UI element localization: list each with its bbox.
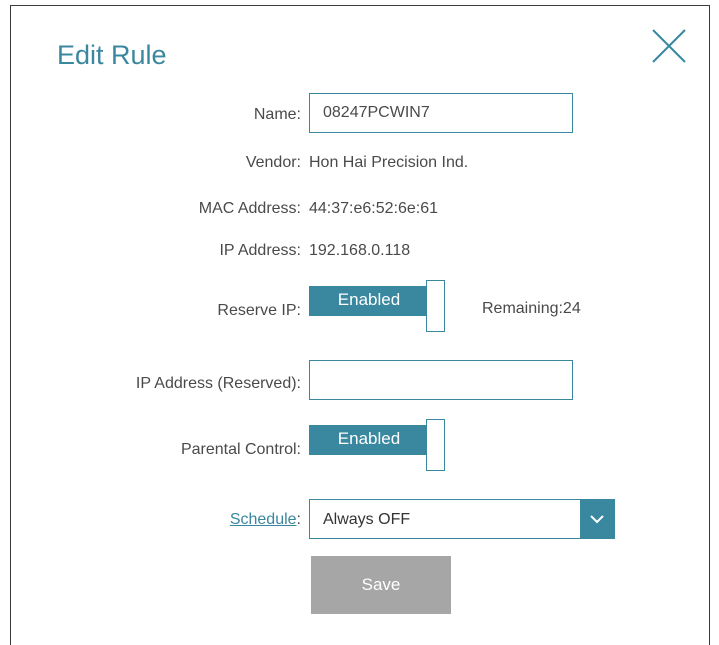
chevron-down-glyph bbox=[590, 515, 604, 524]
schedule-link-wrap: Schedule: bbox=[230, 511, 301, 529]
ip-address-label: IP Address: bbox=[219, 242, 301, 259]
parental-control-toggle-label: Enabled bbox=[337, 429, 401, 448]
chevron-down-icon[interactable] bbox=[580, 500, 614, 538]
mac-address-value: 44:37:e6:52:6e:61 bbox=[309, 200, 439, 217]
schedule-colon: : bbox=[296, 511, 301, 528]
mac-address-label: MAC Address: bbox=[198, 200, 301, 217]
reserve-ip-toggle-label: Enabled bbox=[337, 290, 401, 309]
schedule-select[interactable]: Always OFF bbox=[309, 499, 615, 539]
schedule-select-value: Always OFF bbox=[323, 511, 411, 528]
parental-control-toggle[interactable]: Enabled bbox=[309, 419, 447, 471]
close-icon[interactable] bbox=[651, 28, 687, 64]
ip-reserved-input[interactable] bbox=[309, 360, 573, 400]
parental-control-toggle-knob[interactable] bbox=[426, 419, 445, 471]
save-button[interactable]: Save bbox=[311, 556, 451, 614]
dialog-title: Edit Rule bbox=[57, 40, 167, 70]
ip-reserved-label: IP Address (Reserved): bbox=[135, 375, 301, 392]
reserve-ip-label: Reserve IP: bbox=[217, 302, 301, 319]
ip-address-value: 192.168.0.118 bbox=[309, 242, 411, 259]
vendor-value: Hon Hai Precision Ind. bbox=[309, 154, 469, 171]
reserve-ip-toggle[interactable]: Enabled bbox=[309, 280, 447, 332]
parental-control-label: Parental Control: bbox=[180, 441, 301, 458]
schedule-link[interactable]: Schedule bbox=[230, 511, 297, 528]
remaining-count: Remaining:24 bbox=[482, 300, 581, 317]
vendor-label: Vendor: bbox=[245, 154, 301, 171]
edit-rule-dialog: Edit Rule Name: Vendor: Hon Hai Precisio… bbox=[10, 5, 710, 645]
reserve-ip-toggle-knob[interactable] bbox=[426, 280, 445, 332]
name-label: Name: bbox=[253, 106, 301, 123]
name-input[interactable] bbox=[309, 93, 573, 133]
